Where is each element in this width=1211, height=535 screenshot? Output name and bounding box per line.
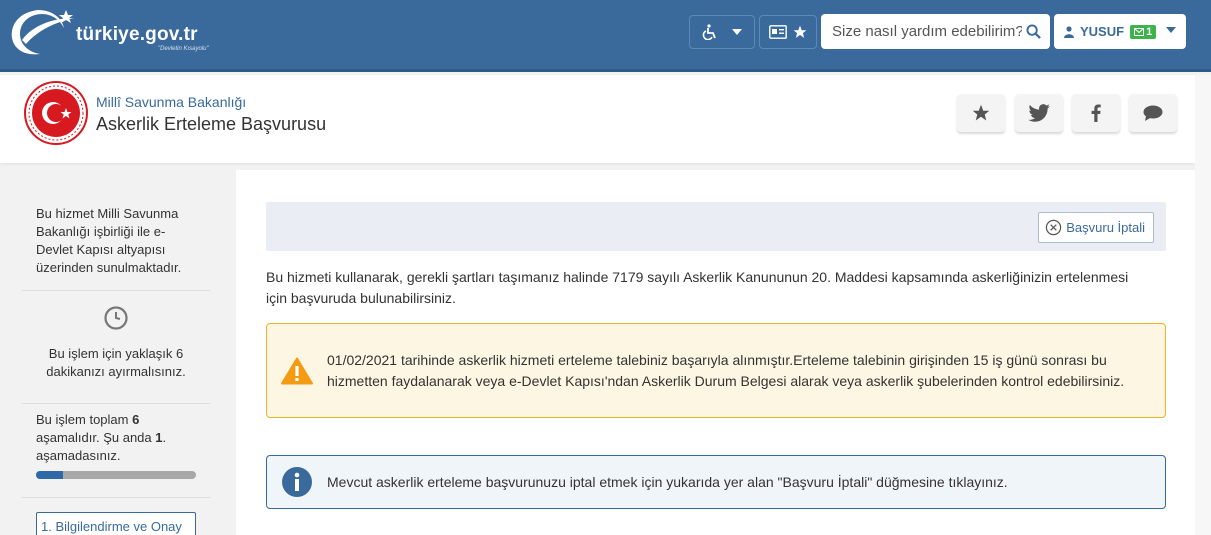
warning-alert: 01/02/2021 tarihinde askerlik hizmeti er… — [266, 323, 1166, 418]
close-circle-icon — [1046, 219, 1062, 236]
wheelchair-icon — [702, 24, 716, 40]
comment-icon — [1143, 105, 1163, 121]
warning-icon — [281, 357, 313, 384]
add-favorite-button[interactable] — [957, 94, 1005, 132]
info-message: Mevcut askerlik erteleme başvurunuzu ipt… — [327, 473, 1008, 490]
clock-icon — [104, 306, 128, 330]
top-bar: türkiye.gov.tr "Devletin Kısayolu" Size … — [0, 0, 1211, 72]
user-menu-button[interactable]: YUSUF 1 — [1054, 14, 1186, 49]
sidebar-divider — [22, 497, 210, 498]
favorites-button[interactable] — [759, 15, 817, 49]
step-progress-fill — [36, 471, 63, 479]
share-facebook-button[interactable] — [1072, 94, 1120, 132]
user-icon — [1064, 25, 1074, 38]
step-total: 6 — [132, 412, 140, 427]
user-name: YUSUF — [1080, 24, 1125, 39]
search-box — [821, 14, 1050, 49]
partner-info: Bu hizmet Milli Savunma Bakanlığı işbirl… — [36, 206, 182, 275]
logo-text: türkiye.gov.tr — [76, 24, 198, 45]
step-1-button[interactable]: 1. Bilgilendirme ve Onay — [36, 512, 196, 535]
estimated-time: Bu işlem için yaklaşık 6 dakikanızı ayır… — [46, 346, 186, 379]
facebook-icon — [1091, 104, 1101, 122]
scroll-gutter — [1195, 75, 1211, 535]
step-info: Bu işlem toplam 6 aşamalıdır. Şu anda 1.… — [36, 411, 206, 465]
twitter-icon — [1028, 104, 1050, 122]
page-title: Askerlik Erteleme Başvurusu — [96, 114, 327, 134]
step-info-text: Bu işlem toplam — [36, 412, 133, 427]
info-alert: Mevcut askerlik erteleme başvurunuzu ipt… — [266, 455, 1166, 509]
step-info-text: aşamalıdır. Şu anda — [36, 430, 156, 445]
ministry-emblem-icon — [24, 81, 88, 145]
cancel-application-button[interactable]: Başvuru İptali — [1038, 212, 1154, 243]
message-badge[interactable]: 1 — [1130, 24, 1157, 39]
turkiye-gov-logo[interactable]: türkiye.gov.tr "Devletin Kısayolu" — [8, 6, 218, 58]
step-progress-bar — [36, 471, 196, 479]
info-icon — [282, 467, 312, 497]
envelope-icon — [1134, 27, 1145, 36]
search-icon[interactable] — [1026, 24, 1041, 39]
id-card-icon — [769, 25, 787, 39]
star-icon — [793, 25, 807, 38]
service-description: Bu hizmeti kullanarak, gerekli şartları … — [266, 269, 1129, 306]
accessibility-button[interactable] — [689, 15, 755, 49]
search-input[interactable] — [822, 15, 1022, 48]
comment-button[interactable] — [1129, 94, 1177, 132]
chevron-down-icon — [732, 29, 742, 35]
sidebar-divider — [22, 290, 210, 291]
ministry-name: Millî Savunma Bakanlığı — [96, 94, 247, 110]
share-twitter-button[interactable] — [1015, 94, 1063, 132]
sidebar-divider — [22, 403, 210, 404]
chevron-down-icon — [1166, 27, 1176, 33]
logo-tagline: "Devletin Kısayolu" — [158, 46, 209, 52]
star-icon — [972, 104, 990, 121]
cancel-application-label: Başvuru İptali — [1066, 220, 1145, 235]
message-count: 1 — [1146, 25, 1153, 38]
crescent-star-icon — [11, 10, 74, 55]
main-content: Başvuru İptali Bu hizmeti kullanarak, ge… — [236, 170, 1195, 535]
service-header: Millî Savunma Bakanlığı Askerlik Ertelem… — [0, 75, 1195, 163]
action-toolbar: Başvuru İptali — [266, 202, 1166, 251]
warning-message: 01/02/2021 tarihinde askerlik hizmeti er… — [327, 351, 1125, 389]
